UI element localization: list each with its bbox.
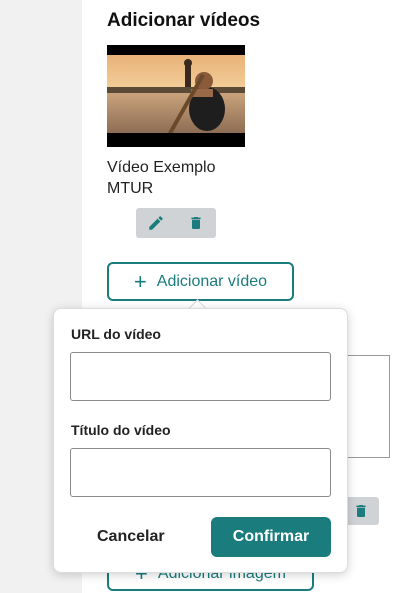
section-title: Adicionar vídeos xyxy=(107,10,261,31)
url-field-label: URL do vídeo xyxy=(71,326,161,342)
video-title: Vídeo Exemplo MTUR xyxy=(107,159,216,197)
confirm-button[interactable]: Confirmar xyxy=(211,517,331,557)
plus-icon: + xyxy=(133,268,147,294)
trash-icon xyxy=(355,505,366,517)
video-actions xyxy=(136,208,216,238)
cancel-button[interactable]: Cancelar xyxy=(84,517,184,557)
edit-video-button[interactable] xyxy=(143,210,169,236)
video-url-input[interactable] xyxy=(70,352,331,401)
video-thumbnail[interactable] xyxy=(107,45,245,147)
delete-video-button[interactable] xyxy=(183,210,209,236)
add-video-label: Adicionar vídeo xyxy=(156,272,268,290)
trash-icon xyxy=(191,217,201,229)
pencil-icon xyxy=(149,216,163,230)
add-video-popover: URL do vídeo Título do vídeo Cancelar Co… xyxy=(53,308,348,573)
title-field-label: Título do vídeo xyxy=(71,422,171,438)
video-thumbnail-image xyxy=(107,45,245,147)
video-title-input[interactable] xyxy=(70,448,331,497)
add-video-button[interactable]: + Adicionar vídeo xyxy=(107,262,294,301)
